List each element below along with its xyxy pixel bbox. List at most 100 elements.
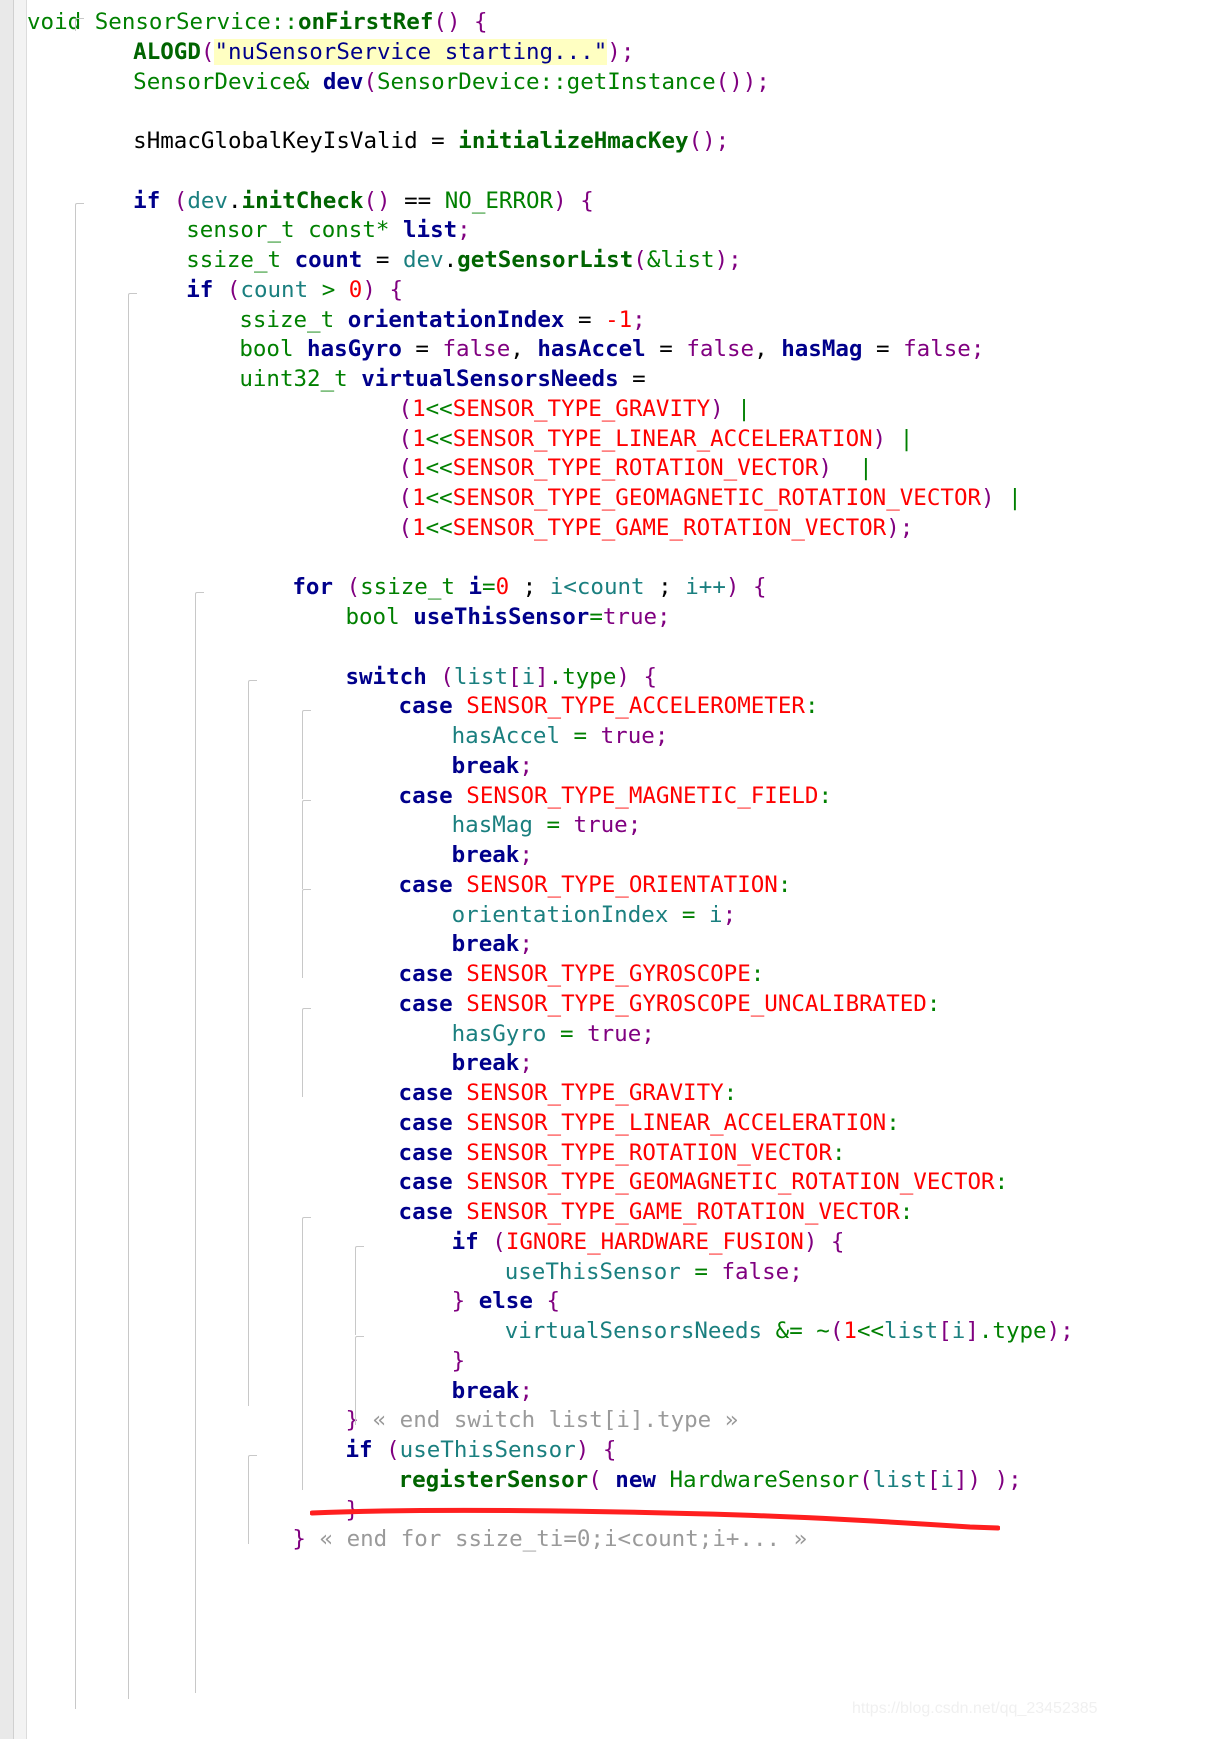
code-token-pun: ;: [519, 931, 533, 958]
code-token-par: (: [859, 1466, 873, 1493]
code-token-pun: ;: [519, 1050, 533, 1077]
code-line[interactable]: case SENSOR_TYPE_GYROSCOPE:: [399, 959, 765, 989]
code-token-typ: sensor_t const*: [186, 217, 403, 244]
code-line[interactable]: orientationIndex = i;: [452, 900, 736, 930]
code-line[interactable]: break;: [452, 1376, 533, 1406]
code-token-kw: case: [398, 990, 453, 1017]
code-token-id: i++: [685, 574, 726, 601]
code-token-pun: {: [830, 1228, 845, 1255]
code-token-typ: uint32_t: [239, 366, 362, 392]
code-line[interactable]: (1<<SENSOR_TYPE_GRAVITY) |: [399, 394, 751, 424]
code-fold-guide[interactable]: [355, 1246, 364, 1335]
code-token-par: (: [398, 395, 413, 422]
code-token-gsemi: :: [777, 871, 792, 898]
code-line[interactable]: break;: [452, 1048, 533, 1078]
code-line[interactable]: ssize_t orientationIndex = -1;: [239, 305, 645, 335]
code-token-str: "nuSensorService starting...": [214, 38, 608, 65]
code-line[interactable]: case SENSOR_TYPE_GRAVITY:: [399, 1078, 738, 1108]
code-line[interactable]: case SENSOR_TYPE_ACCELEROMETER:: [399, 691, 819, 721]
code-fold-guide[interactable]: [302, 1008, 311, 1097]
code-fold-guide[interactable]: [128, 293, 137, 1699]
code-line[interactable]: }: [345, 1495, 359, 1525]
code-line[interactable]: } « end switch list[i].type »: [345, 1405, 738, 1435]
code-line[interactable]: hasMag = true;: [452, 810, 642, 840]
code-token-lit: false: [903, 336, 971, 363]
code-line[interactable]: case SENSOR_TYPE_GYROSCOPE_UNCALIBRATED:: [399, 989, 941, 1019]
code-line[interactable]: virtualSensorsNeeds &= ~(1<<list[i].type…: [505, 1316, 1074, 1346]
code-token-par: ]: [965, 1318, 979, 1344]
code-token-var: hasGyro: [307, 336, 402, 363]
code-fold-guide[interactable]: [75, 18, 84, 31]
code-line[interactable]: if (IGNORE_HARDWARE_FUSION) {: [452, 1227, 845, 1257]
code-token-num: 0: [495, 574, 510, 601]
code-token-par: (): [715, 68, 743, 95]
code-token-kw: for: [292, 574, 334, 601]
code-line[interactable]: case SENSOR_TYPE_ORIENTATION:: [399, 870, 792, 900]
code-line[interactable]: } else {: [452, 1286, 560, 1316]
code-fold-guide[interactable]: [302, 800, 311, 889]
code-line[interactable]: uint32_t virtualSensorsNeeds =: [239, 364, 645, 394]
code-line[interactable]: hasAccel = true;: [452, 721, 669, 751]
code-line[interactable]: bool useThisSensor=true;: [345, 602, 670, 632]
code-token-pun: {: [643, 663, 658, 690]
code-fold-guide[interactable]: [302, 889, 311, 978]
code-line[interactable]: bool hasGyro = false, hasAccel = false, …: [239, 334, 984, 364]
code-line[interactable]: case SENSOR_TYPE_MAGNETIC_FIELD:: [399, 781, 832, 811]
code-line[interactable]: if (count > 0) {: [186, 275, 403, 305]
code-token-num: 1: [412, 395, 426, 422]
code-token-pun: ;: [1060, 1318, 1074, 1344]
code-token-op: &=: [762, 1318, 817, 1344]
code-token-var: hasAccel: [537, 336, 646, 363]
code-line[interactable]: hasGyro = true;: [452, 1019, 655, 1049]
code-line[interactable]: useThisSensor = false;: [505, 1257, 803, 1287]
code-line[interactable]: switch (list[i].type) {: [345, 662, 657, 692]
code-token-plain: ==: [390, 187, 445, 214]
code-line[interactable]: if (useThisSensor) {: [345, 1435, 616, 1465]
code-line[interactable]: (1<<SENSOR_TYPE_GEOMAGNETIC_ROTATION_VEC…: [399, 483, 1022, 513]
code-fold-guide[interactable]: [75, 203, 84, 1709]
code-line[interactable]: SensorDevice& dev(SensorDevice::getInsta…: [133, 67, 770, 97]
code-fold-guide[interactable]: [355, 1336, 364, 1425]
code-line[interactable]: }: [452, 1346, 466, 1376]
code-line[interactable]: sHmacGlobalKeyIsValid = initializeHmacKe…: [133, 126, 729, 156]
code-token-kw: case: [398, 961, 453, 987]
code-token-mac: SENSOR_TYPE_GYROSCOPE: [466, 961, 751, 987]
code-line[interactable]: case SENSOR_TYPE_LINEAR_ACCELERATION:: [399, 1108, 900, 1138]
code-token-kw: switch: [345, 663, 427, 690]
code-line[interactable]: case SENSOR_TYPE_ROTATION_VECTOR:: [399, 1138, 846, 1168]
code-token-pun: ;: [519, 752, 533, 779]
code-line[interactable]: (1<<SENSOR_TYPE_GAME_ROTATION_VECTOR);: [399, 513, 914, 543]
code-token-id: dev: [402, 247, 444, 273]
code-line[interactable]: break;: [452, 840, 533, 870]
code-fold-guide[interactable]: [248, 1455, 257, 1544]
code-line[interactable]: (1<<SENSOR_TYPE_LINEAR_ACCELERATION) |: [399, 424, 914, 454]
code-line[interactable]: break;: [452, 929, 533, 959]
code-line[interactable]: case SENSOR_TYPE_GEOMAGNETIC_ROTATION_VE…: [399, 1167, 1009, 1197]
code-token-kw: break: [451, 752, 520, 779]
code-token-num: 1: [412, 425, 426, 452]
code-line[interactable]: ssize_t count = dev.getSensorList(&list)…: [186, 245, 741, 275]
code-token-typ: HardwareSensor: [669, 1466, 860, 1493]
code-line[interactable]: } « end for ssize_ti=0;i<count;i+... »: [292, 1524, 807, 1554]
code-line[interactable]: for (ssize_t i=0 ; i<count ; i++) {: [292, 572, 766, 602]
code-line[interactable]: (1<<SENSOR_TYPE_ROTATION_VECTOR) |: [399, 453, 873, 483]
code-fold-guide[interactable]: [248, 680, 257, 1406]
code-editor-area[interactable]: void SensorService::onFirstRef() {ALOGD(…: [0, 0, 1205, 1739]
code-line[interactable]: void SensorService::onFirstRef() {: [27, 7, 488, 37]
code-line[interactable]: ALOGD("nuSensorService starting...");: [133, 37, 634, 67]
code-line[interactable]: registerSensor( new HardwareSensor(list[…: [399, 1465, 1022, 1495]
code-line[interactable]: sensor_t const* list;: [186, 215, 470, 245]
code-line[interactable]: break;: [452, 751, 533, 781]
code-fold-guide[interactable]: [302, 710, 311, 799]
code-fold-guide[interactable]: [195, 592, 204, 1693]
code-line[interactable]: case SENSOR_TYPE_GAME_ROTATION_VECTOR:: [399, 1197, 914, 1227]
code-line[interactable]: if (dev.initCheck() == NO_ERROR) {: [133, 186, 594, 216]
code-token-par: (: [346, 574, 361, 601]
code-fold-guide[interactable]: [302, 1217, 311, 1490]
